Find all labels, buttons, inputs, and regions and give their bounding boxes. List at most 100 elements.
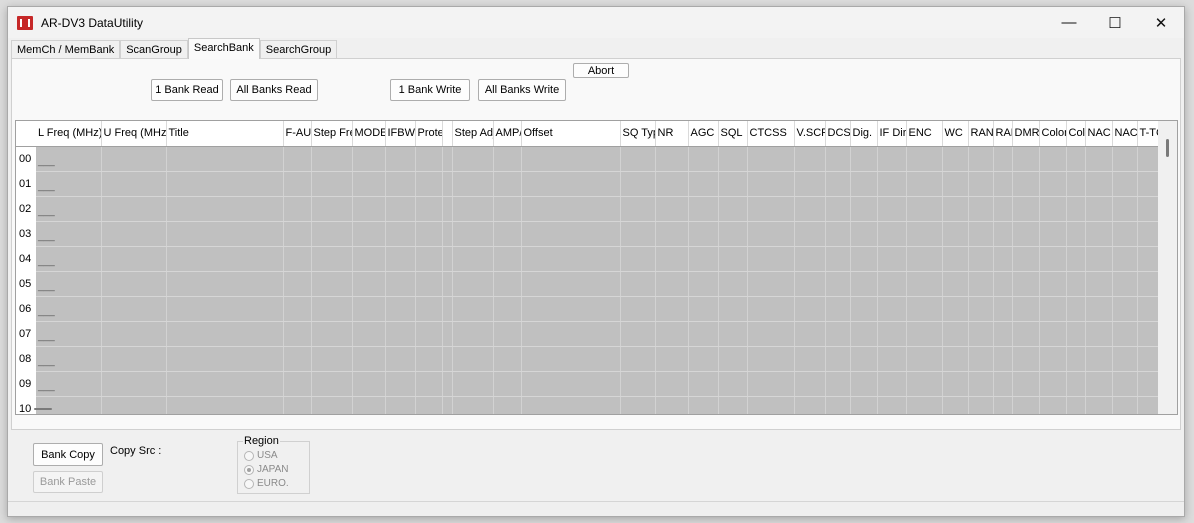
grid-cell[interactable] [101, 146, 167, 172]
grid-cell[interactable] [101, 246, 167, 272]
grid-cell[interactable] [747, 196, 795, 222]
grid-cell[interactable] [415, 296, 443, 322]
grid-cell[interactable] [1085, 396, 1113, 414]
grid-cell[interactable] [311, 246, 353, 272]
grid-cell[interactable] [415, 396, 443, 414]
grid-cell[interactable] [850, 171, 878, 197]
grid-cell[interactable] [283, 396, 312, 414]
grid-cell[interactable] [877, 146, 907, 172]
grid-cell[interactable] [968, 246, 994, 272]
grid-cell[interactable] [1012, 371, 1040, 397]
grid-cell[interactable] [1112, 371, 1138, 397]
column-header[interactable]: Color [1066, 121, 1086, 147]
grid-cell[interactable] [747, 146, 795, 172]
grid-cell[interactable]: ___ [36, 296, 102, 322]
grid-cell[interactable] [1039, 371, 1067, 397]
grid-cell[interactable] [993, 371, 1013, 397]
tab-memch-membank[interactable]: MemCh / MemBank [11, 40, 121, 59]
grid-cell[interactable] [452, 221, 494, 247]
vertical-scrollbar[interactable] [1158, 121, 1177, 414]
grid-cell[interactable] [747, 271, 795, 297]
grid-cell[interactable] [385, 246, 416, 272]
grid-cell[interactable] [101, 221, 167, 247]
grid-cell[interactable] [655, 196, 689, 222]
grid-cell[interactable] [850, 271, 878, 297]
grid-cell[interactable] [825, 271, 851, 297]
grid-cell[interactable] [1039, 196, 1067, 222]
grid-cell[interactable] [452, 146, 494, 172]
grid-cell[interactable] [794, 246, 826, 272]
grid-cell[interactable] [493, 221, 522, 247]
tab-searchbank[interactable]: SearchBank [187, 38, 260, 59]
grid-cell[interactable] [101, 321, 167, 347]
grid-cell[interactable] [493, 246, 522, 272]
grid-cell[interactable] [942, 271, 969, 297]
row-header[interactable]: 01 [16, 171, 36, 196]
grid-cell[interactable] [283, 221, 312, 247]
grid-cell[interactable] [906, 146, 943, 172]
grid-cell[interactable] [166, 321, 284, 347]
grid-cell[interactable]: ___ [36, 346, 102, 372]
grid-cell[interactable] [620, 246, 656, 272]
minimize-button[interactable]: — [1046, 7, 1092, 38]
grid-cell[interactable] [442, 271, 453, 297]
row-header[interactable]: 05 [16, 271, 36, 296]
grid-cell[interactable] [385, 171, 416, 197]
grid-cell[interactable] [747, 321, 795, 347]
grid-cell[interactable] [1039, 146, 1067, 172]
grid-cell[interactable] [442, 146, 453, 172]
region-option-usa[interactable]: USA [244, 450, 278, 461]
column-header[interactable]: SQ Type [620, 121, 656, 147]
grid-cell[interactable] [993, 296, 1013, 322]
grid-cell[interactable] [311, 221, 353, 247]
grid-cell[interactable] [718, 196, 748, 222]
grid-cell[interactable] [521, 296, 621, 322]
grid-cell[interactable] [906, 371, 943, 397]
grid-cell[interactable] [877, 221, 907, 247]
grid-cell[interactable] [993, 246, 1013, 272]
maximize-button[interactable]: ☐ [1092, 7, 1138, 38]
grid-cell[interactable] [352, 321, 386, 347]
grid-cell[interactable] [877, 371, 907, 397]
grid-cell[interactable] [1066, 396, 1086, 414]
column-header[interactable]: AMP/ [493, 121, 522, 147]
grid-cell[interactable] [415, 346, 443, 372]
grid-cell[interactable] [877, 296, 907, 322]
grid-cell[interactable] [688, 221, 719, 247]
grid-cell[interactable] [655, 321, 689, 347]
row-header[interactable]: 09 [16, 371, 36, 396]
abort-button[interactable]: Abort [573, 63, 629, 78]
grid-cell[interactable] [620, 221, 656, 247]
row-header[interactable]: 04 [16, 246, 36, 271]
grid-cell[interactable] [688, 246, 719, 272]
grid-cell[interactable] [906, 171, 943, 197]
tab-searchgroup[interactable]: SearchGroup [259, 40, 338, 59]
all-banks-read-button[interactable]: All Banks Read [230, 79, 318, 101]
grid-cell[interactable] [166, 146, 284, 172]
grid-cell[interactable] [655, 171, 689, 197]
grid-cell[interactable] [166, 371, 284, 397]
grid-cell[interactable] [1039, 346, 1067, 372]
grid-cell[interactable]: ___ [36, 371, 102, 397]
grid-cell[interactable] [283, 346, 312, 372]
grid-cell[interactable] [825, 171, 851, 197]
grid-cell[interactable] [442, 346, 453, 372]
vertical-scroll-thumb[interactable] [1166, 139, 1169, 157]
grid-cell[interactable] [718, 371, 748, 397]
grid-cell[interactable] [101, 271, 167, 297]
grid-cell[interactable] [968, 371, 994, 397]
radio-japan[interactable] [244, 464, 254, 475]
grid-cell[interactable] [942, 296, 969, 322]
grid-cell[interactable] [415, 196, 443, 222]
grid-cell[interactable] [688, 321, 719, 347]
grid-cell[interactable] [521, 171, 621, 197]
grid-cell[interactable] [493, 146, 522, 172]
grid-cell[interactable] [1085, 246, 1113, 272]
column-header[interactable]: ENC [906, 121, 943, 147]
grid-cell[interactable] [385, 321, 416, 347]
grid-cell[interactable] [825, 346, 851, 372]
grid-cell[interactable] [493, 346, 522, 372]
column-header[interactable]: F-AUTO [283, 121, 312, 147]
grid-cell[interactable] [452, 171, 494, 197]
grid-cell[interactable] [993, 146, 1013, 172]
